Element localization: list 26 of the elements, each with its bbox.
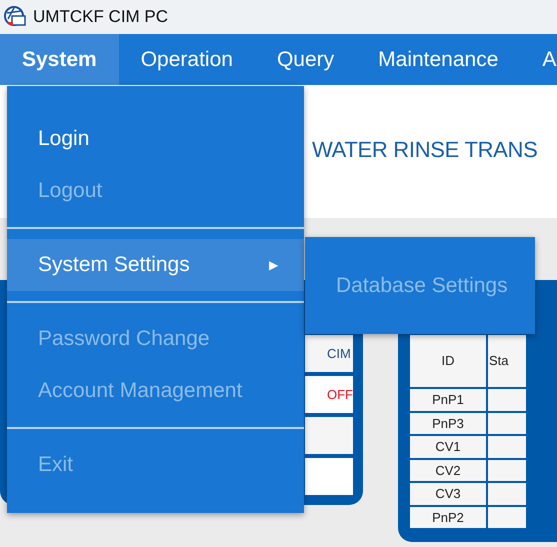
status-value: OFF bbox=[305, 376, 353, 413]
submenu-arrow-icon: ▶ bbox=[269, 256, 278, 274]
column-header: ID bbox=[409, 334, 487, 388]
table-cell: CV1 bbox=[409, 435, 487, 458]
page-title: WATER RINSE TRANS bbox=[312, 137, 538, 162]
menu-item[interactable]: A bbox=[520, 34, 557, 85]
table-cell: PnP3 bbox=[409, 412, 487, 435]
table-cell bbox=[487, 435, 527, 458]
table-cell: CV2 bbox=[409, 458, 487, 482]
table-cell bbox=[305, 417, 353, 454]
column-header: Sta bbox=[487, 334, 527, 388]
table-cell bbox=[487, 388, 527, 412]
menu-item[interactable]: Query bbox=[254, 34, 356, 85]
table-cell bbox=[305, 458, 353, 495]
app-logo-icon bbox=[3, 5, 27, 29]
menu-item[interactable]: Maintenance bbox=[356, 34, 520, 85]
menu-item[interactable]: Operation bbox=[118, 34, 255, 85]
table-cell: CIM bbox=[305, 335, 353, 372]
menu-item[interactable]: System Settings ▶ bbox=[7, 239, 304, 291]
menu-item[interactable]: Login bbox=[7, 113, 304, 165]
menu-item[interactable]: System bbox=[0, 34, 119, 85]
table-cell: PnP2 bbox=[409, 506, 487, 529]
table-cell bbox=[487, 482, 527, 506]
window-title: UMTCKF CIM PC bbox=[33, 6, 168, 28]
table-cell: PnP1 bbox=[409, 388, 487, 412]
table-cell: CV3 bbox=[409, 482, 487, 506]
